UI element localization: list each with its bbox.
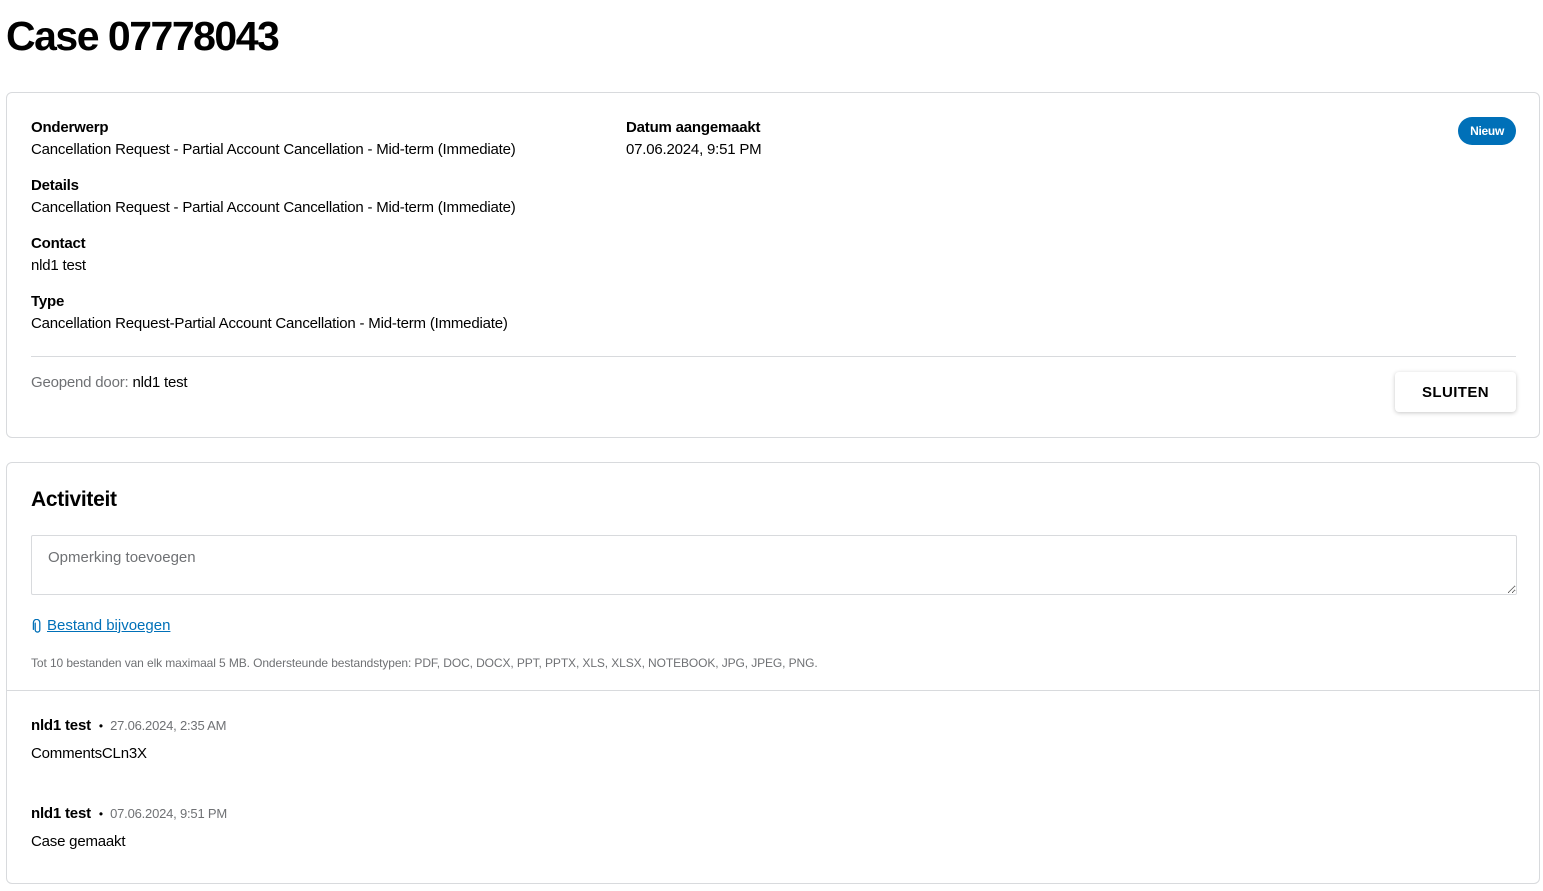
- opened-by: Geopend door: nld1 test: [31, 374, 188, 392]
- details-divider: [31, 356, 1516, 357]
- entry-text: Case gemaakt: [31, 833, 126, 850]
- entry-separator: •: [98, 719, 104, 733]
- type-field: Type Cancellation Request-Partial Accoun…: [31, 293, 508, 333]
- entry-author: nld1 test: [31, 717, 91, 734]
- entry-author: nld1 test: [31, 805, 91, 822]
- contact-field: Contact nld1 test: [31, 235, 86, 275]
- opened-by-label: Geopend door:: [31, 374, 129, 391]
- subject-label: Onderwerp: [31, 119, 109, 136]
- status-badge: Nieuw: [1458, 117, 1516, 145]
- activity-divider: [7, 690, 1539, 691]
- case-details-card: Onderwerp Cancellation Request - Partial…: [6, 92, 1540, 438]
- close-case-button[interactable]: SLUITEN: [1395, 372, 1516, 412]
- comment-input[interactable]: [31, 535, 1517, 595]
- paperclip-icon: [31, 618, 44, 634]
- type-value: Cancellation Request-Partial Account Can…: [31, 315, 508, 332]
- contact-value: nld1 test: [31, 257, 86, 274]
- contact-label: Contact: [31, 235, 86, 252]
- file-upload-hint: Tot 10 bestanden van elk maximaal 5 MB. …: [31, 656, 818, 670]
- activity-entry: nld1 test • 27.06.2024, 2:35 AM Comments…: [31, 717, 226, 763]
- subject-value: Cancellation Request - Partial Account C…: [31, 141, 516, 158]
- details-label: Details: [31, 177, 79, 194]
- page-title: Case 07778043: [6, 13, 280, 59]
- entry-separator: •: [98, 807, 104, 821]
- entry-timestamp: 07.06.2024, 9:51 PM: [110, 806, 227, 821]
- details-field: Details Cancellation Request - Partial A…: [31, 177, 516, 217]
- type-label: Type: [31, 293, 65, 310]
- opened-by-value: nld1 test: [132, 374, 188, 391]
- activity-card: Activiteit Bestand bijvoegen Tot 10 best…: [6, 462, 1540, 884]
- entry-text: CommentsCLn3X: [31, 745, 147, 762]
- attach-file-link[interactable]: Bestand bijvoegen: [31, 617, 170, 635]
- subject-field: Onderwerp Cancellation Request - Partial…: [31, 119, 516, 159]
- activity-title: Activiteit: [31, 488, 117, 511]
- created-date-value: 07.06.2024, 9:51 PM: [626, 141, 762, 158]
- activity-entry: nld1 test • 07.06.2024, 9:51 PM Case gem…: [31, 805, 227, 851]
- created-date-field: Datum aangemaakt 07.06.2024, 9:51 PM: [626, 119, 762, 159]
- created-date-label: Datum aangemaakt: [626, 119, 761, 136]
- attach-file-label: Bestand bijvoegen: [47, 617, 171, 634]
- entry-timestamp: 27.06.2024, 2:35 AM: [110, 718, 227, 733]
- details-value: Cancellation Request - Partial Account C…: [31, 199, 516, 216]
